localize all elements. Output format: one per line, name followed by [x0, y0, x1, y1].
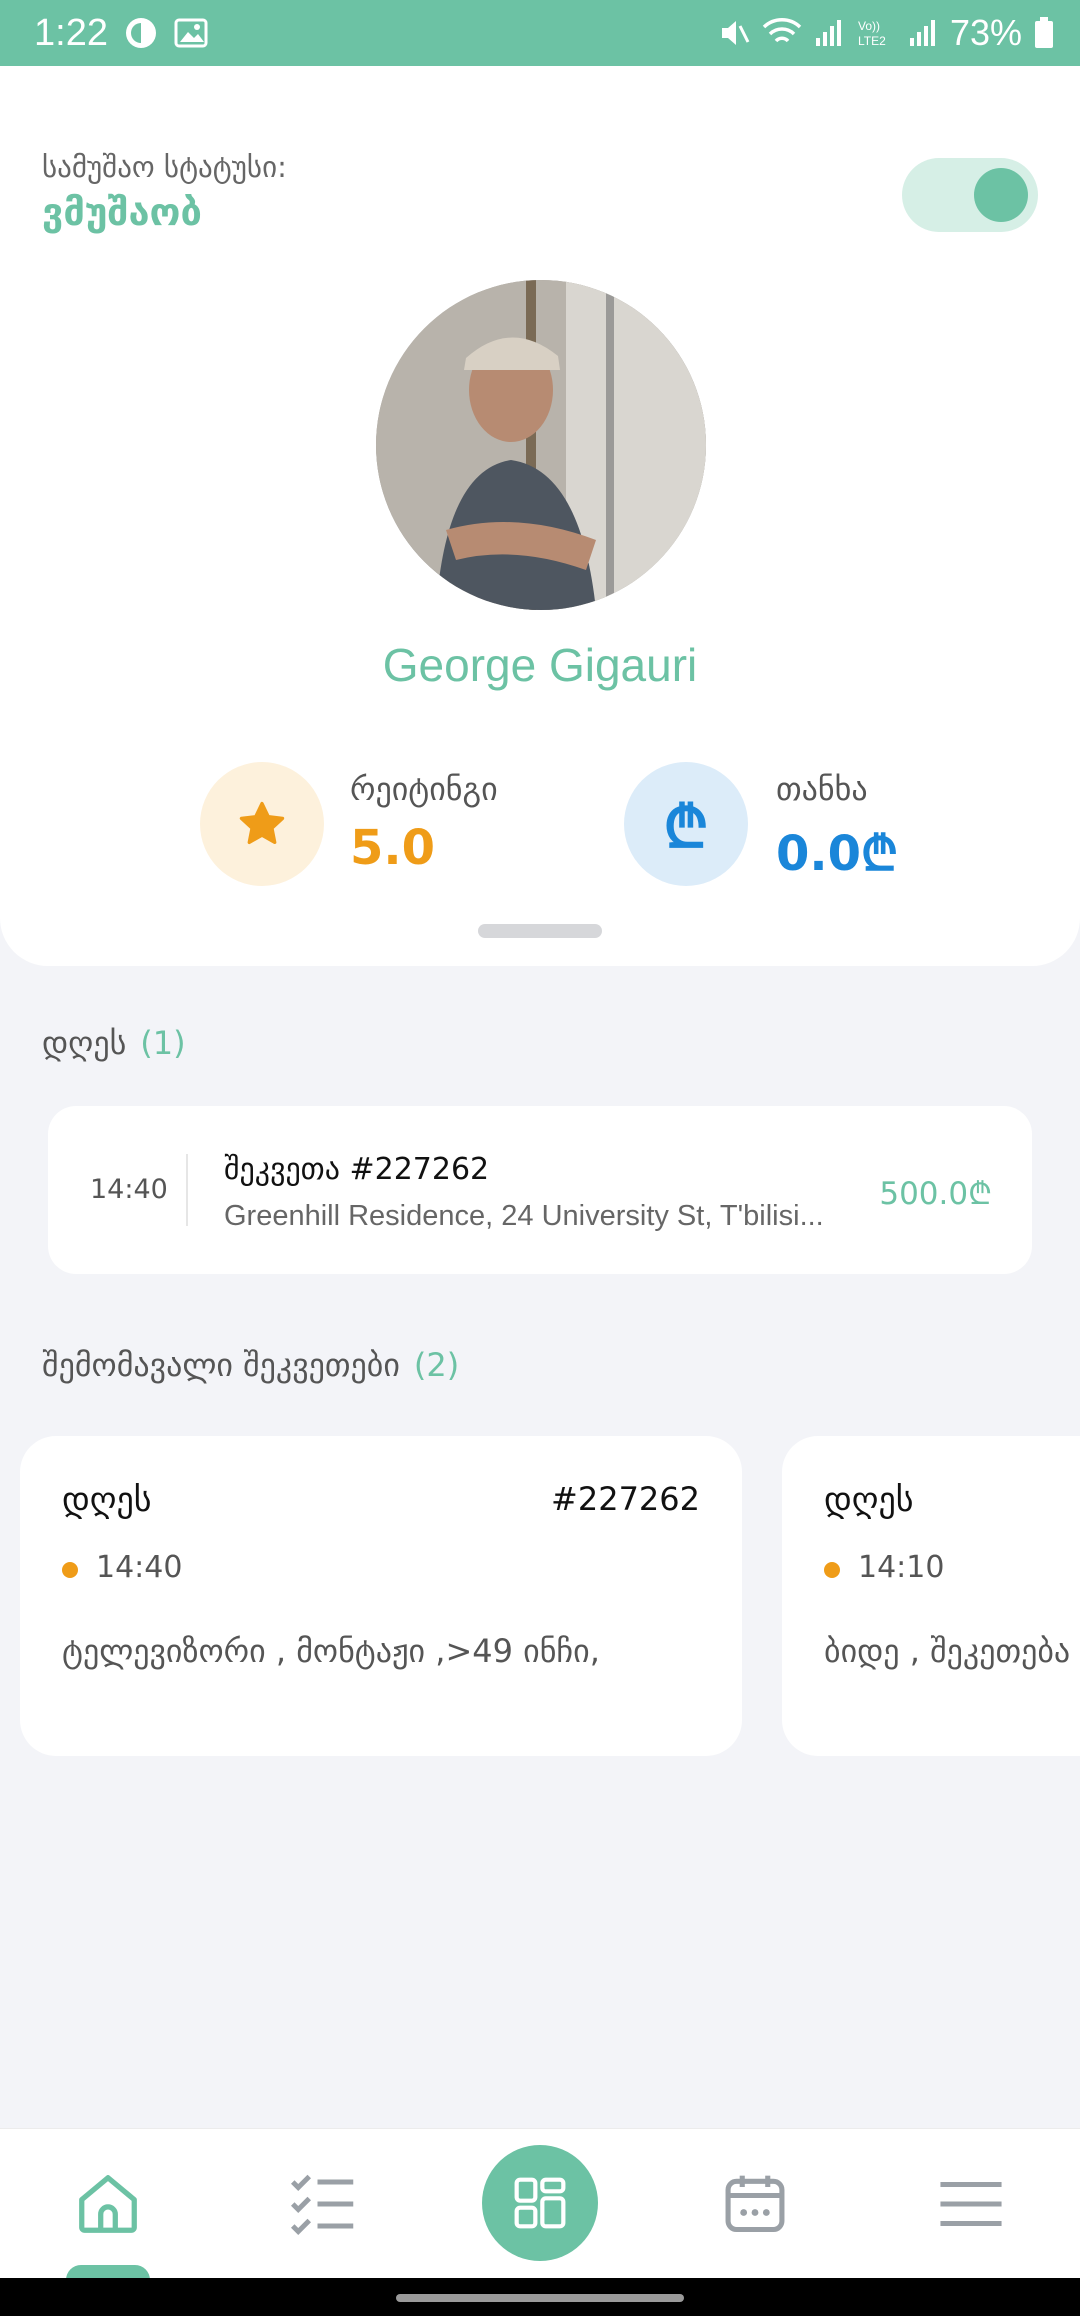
status-bar: 1:22 Vo)) LTE2 73% [0, 0, 1080, 66]
order-price: 500.0₾ [879, 1176, 992, 1212]
avatar-photo [376, 280, 706, 610]
card-time: 14:10 [858, 1550, 945, 1585]
app-notification-icon [124, 16, 158, 50]
balance-value: 0.0₾ [776, 826, 899, 882]
upcoming-order-card[interactable]: დღეს 14:10 ბიდე , შეკეთება [782, 1436, 1080, 1756]
profile-card: სამუშაო სტატუსი: ვმუშაობ George Gigauri … [0, 66, 1080, 966]
card-day: დღეს [62, 1480, 152, 1520]
avatar [376, 280, 706, 610]
svg-text:Vo)): Vo)) [858, 19, 880, 33]
lari-icon: ₾ [663, 792, 709, 861]
time-dot [824, 1562, 840, 1578]
upcoming-order-card[interactable]: დღეს #227262 14:40 ტელევიზორი , მონტაჟი … [20, 1436, 742, 1756]
time-dot [62, 1562, 78, 1578]
work-status-value: ვმუშაობ [42, 190, 202, 234]
card-day: დღეს [824, 1480, 914, 1520]
rating-label: რეიტინგი [350, 770, 498, 808]
battery-percent: 73% [949, 12, 1022, 53]
menu-icon [940, 2182, 1002, 2226]
upcoming-count: (2) [413, 1346, 460, 1384]
status-time: 1:22 [34, 11, 108, 54]
gallery-notification-icon [174, 18, 208, 48]
battery-icon [1034, 17, 1054, 49]
toggle-knob [974, 168, 1028, 222]
card-time: 14:40 [96, 1550, 183, 1585]
rating-badge [200, 762, 324, 886]
dashboard-icon [514, 2177, 566, 2229]
today-title: დღეს [42, 1024, 127, 1062]
order-title: შეკვეთა #227262 [224, 1152, 490, 1187]
calendar-icon [725, 2175, 785, 2233]
signal-icon-2 [908, 18, 938, 48]
home-gesture-pill[interactable] [396, 2294, 684, 2302]
star-icon [239, 801, 285, 845]
nav-home[interactable] [43, 2129, 173, 2279]
card-description: ბიდე , შეკეთება [824, 1632, 1071, 1670]
home-icon [79, 2175, 137, 2233]
order-time: 14:40 [90, 1174, 168, 1205]
user-name: George Gigauri [382, 639, 698, 691]
card-description: ტელევიზორი , მონტაჟი ,>49 ინჩი, [62, 1632, 600, 1670]
signal-icon [814, 18, 844, 48]
nav-calendar[interactable] [690, 2129, 820, 2279]
rating-value: 5.0 [350, 820, 436, 876]
balance-badge: ₾ [624, 762, 748, 886]
wifi-icon [762, 17, 802, 49]
upcoming-title: შემომავალი შეკვეთები [42, 1346, 400, 1384]
divider [186, 1154, 188, 1226]
upcoming-section-title: შემომავალი შეკვეთები (2) [42, 1346, 459, 1384]
balance-label: თანხა [776, 770, 868, 808]
svg-text:LTE2: LTE2 [858, 34, 886, 48]
bottom-nav [0, 2128, 1080, 2295]
lte-icon: Vo)) LTE2 [856, 17, 896, 49]
mute-icon [716, 16, 750, 50]
tasks-icon [290, 2174, 354, 2236]
card-order-number: #227262 [551, 1480, 700, 1518]
today-section-title: დღეს (1) [42, 1024, 186, 1062]
order-address: Greenhill Residence, 24 University St, T… [224, 1200, 824, 1232]
today-count: (1) [140, 1024, 186, 1062]
work-status-toggle[interactable] [902, 158, 1038, 232]
work-status-label: სამუშაო სტატუსი: [42, 150, 287, 184]
drag-handle[interactable] [478, 924, 602, 938]
system-navigation-bar [0, 2278, 1080, 2316]
nav-dashboard[interactable] [482, 2145, 598, 2261]
nav-menu[interactable] [906, 2129, 1036, 2279]
today-order-card[interactable]: 14:40 შეკვეთა #227262 Greenhill Residenc… [48, 1106, 1032, 1274]
nav-tasks[interactable] [258, 2129, 388, 2279]
